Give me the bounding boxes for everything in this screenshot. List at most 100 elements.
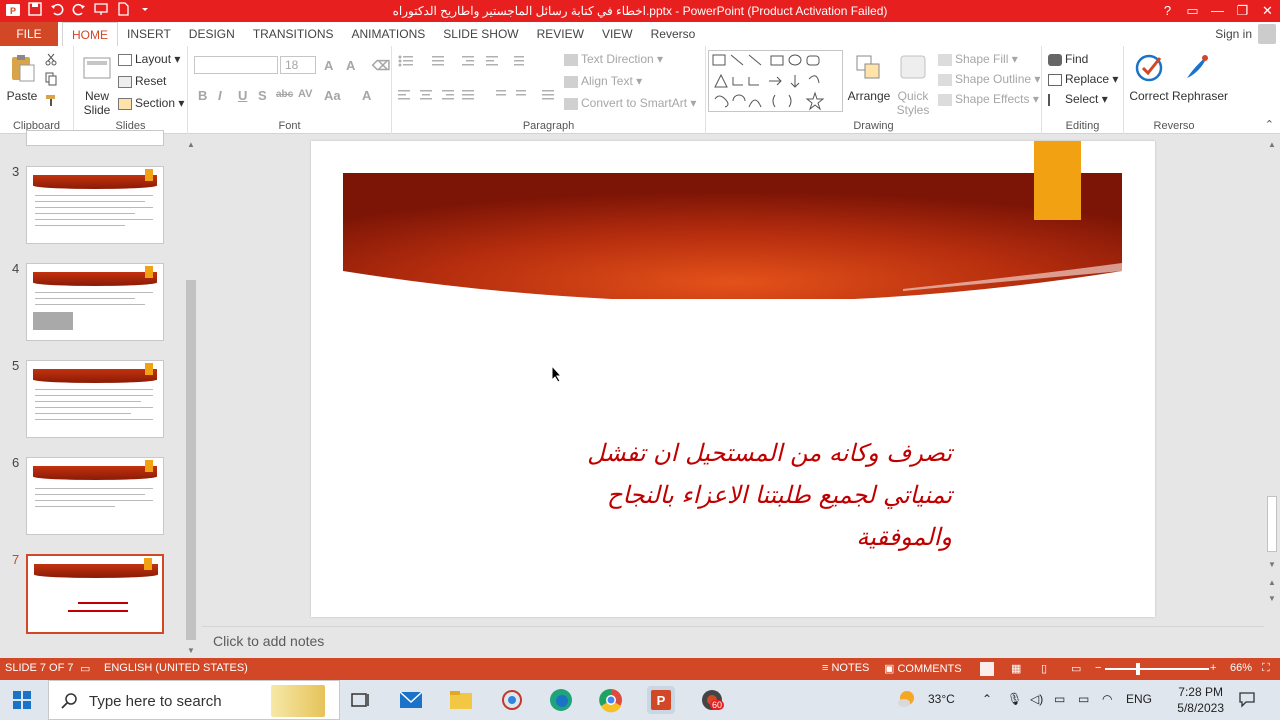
scroll-down-icon[interactable]: ▼ — [187, 646, 195, 655]
change-case-button[interactable]: Aa — [324, 88, 341, 103]
bold-button[interactable]: B — [198, 88, 207, 103]
zoom-slider[interactable] — [1105, 668, 1209, 670]
slide-thumbnail-6[interactable] — [26, 457, 164, 535]
editor-scroll-down-icon[interactable]: ▼ — [1268, 560, 1276, 569]
paint-app-icon[interactable] — [498, 686, 526, 714]
powerpoint-app-icon[interactable]: P — [647, 686, 675, 714]
zoom-level[interactable]: 66% — [1230, 662, 1252, 674]
weather-icon[interactable] — [896, 688, 918, 713]
font-size-input[interactable]: 18 — [280, 56, 316, 74]
shape-fill-button[interactable]: Shape Fill ▾ — [938, 52, 1018, 66]
alignment-buttons[interactable] — [396, 88, 556, 105]
tab-home[interactable]: HOME — [62, 22, 118, 46]
notifications-icon[interactable] — [1238, 690, 1256, 711]
minimize-button[interactable]: — — [1205, 0, 1230, 22]
tab-reverso[interactable]: Reverso — [642, 22, 705, 46]
italic-button[interactable]: I — [218, 88, 222, 103]
system-clock[interactable]: 7:28 PM 5/8/2023 — [1177, 684, 1224, 716]
grow-font-icon[interactable]: A — [324, 58, 333, 73]
chrome-browser-icon[interactable] — [597, 686, 625, 714]
tab-animations[interactable]: ANIMATIONS — [342, 22, 434, 46]
sign-in-link[interactable]: Sign in — [1215, 27, 1252, 41]
slide-text-box[interactable]: تصرف وكانه من المستحيل ان تفشل تمنياتي ل… — [560, 432, 952, 558]
shape-effects-button[interactable]: Shape Effects ▾ — [938, 92, 1039, 106]
normal-view-icon[interactable] — [980, 662, 994, 676]
shrink-font-icon[interactable]: A — [346, 58, 355, 73]
language-indicator[interactable]: ENGLISH (UNITED STATES) — [104, 662, 248, 674]
paste-button[interactable]: Paste — [4, 52, 40, 103]
fit-slide-icon[interactable]: ⛶ — [1262, 662, 1270, 675]
editor-scroll-thumb[interactable] — [1267, 496, 1277, 552]
notes-pane[interactable]: Click to add notes — [202, 626, 1264, 658]
text-direction-button[interactable]: Text Direction ▾ — [564, 52, 663, 66]
zoom-in-icon[interactable]: + — [1210, 662, 1216, 674]
tab-review[interactable]: REVIEW — [528, 22, 593, 46]
network-icon[interactable]: ▭ — [1054, 692, 1065, 706]
convert-smartart-button[interactable]: Convert to SmartArt ▾ — [564, 96, 696, 110]
quick-styles-button[interactable]: Quick Styles — [892, 52, 934, 117]
find-button[interactable]: Find — [1048, 52, 1088, 66]
tab-view[interactable]: VIEW — [593, 22, 642, 46]
slide-banner-shape[interactable] — [343, 173, 1122, 299]
shapes-gallery[interactable] — [708, 50, 843, 112]
rephraser-button[interactable]: Rephraser — [1172, 52, 1228, 103]
tab-file[interactable]: FILE — [0, 22, 58, 46]
font-color-button[interactable]: A — [362, 88, 371, 103]
slide-thumbnail-3[interactable] — [26, 166, 164, 244]
cut-button[interactable] — [44, 52, 58, 69]
volume-icon[interactable]: ◁) — [1030, 692, 1043, 706]
reading-view-icon[interactable]: ▯ — [1041, 662, 1047, 675]
weather-temperature[interactable]: 33°C — [928, 692, 955, 706]
previous-slide-icon[interactable]: ▲ — [1268, 578, 1276, 587]
thumbnails-scroll-thumb[interactable] — [186, 280, 196, 640]
arrange-button[interactable]: Arrange — [846, 52, 892, 103]
edge-browser-icon[interactable] — [547, 686, 575, 714]
shadow-button[interactable]: S — [258, 88, 267, 103]
new-slide-button[interactable]: New Slide — [78, 52, 116, 117]
font-name-input[interactable] — [194, 56, 278, 74]
tray-overflow-icon[interactable]: ⌃ — [982, 692, 992, 706]
taskbar-search-box[interactable]: Type here to search — [48, 680, 340, 720]
copy-button[interactable] — [44, 72, 60, 89]
strikethrough-button[interactable]: abc — [276, 89, 293, 100]
close-button[interactable]: ✕ — [1255, 0, 1280, 22]
underline-button[interactable]: U — [238, 88, 247, 103]
notes-toggle[interactable]: ≡ NOTES — [822, 662, 869, 674]
editor-scroll-up-icon[interactable]: ▲ — [1268, 140, 1276, 149]
tab-transitions[interactable]: TRANSITIONS — [244, 22, 343, 46]
spellcheck-icon[interactable]: ▭ — [80, 662, 90, 675]
slide-thumbnail-5[interactable] — [26, 360, 164, 438]
slideshow-view-icon[interactable]: ▭ — [1071, 662, 1081, 675]
bullets-button[interactable] — [396, 54, 546, 71]
restore-button[interactable]: ❐ — [1230, 0, 1255, 22]
input-language[interactable]: ENG — [1126, 692, 1152, 706]
shape-outline-button[interactable]: Shape Outline ▾ — [938, 72, 1040, 86]
windows-start-icon[interactable] — [12, 690, 32, 710]
zoom-out-icon[interactable]: − — [1095, 662, 1101, 674]
scroll-up-icon[interactable]: ▲ — [187, 140, 195, 149]
file-explorer-icon[interactable] — [447, 686, 475, 714]
zoom-slider-knob[interactable] — [1136, 663, 1140, 675]
comments-toggle[interactable]: ▣ COMMENTS — [884, 662, 962, 675]
correct-button[interactable]: Correct — [1126, 52, 1172, 103]
tab-slide-show[interactable]: SLIDE SHOW — [434, 22, 527, 46]
screen-recorder-icon[interactable]: 60 — [698, 686, 726, 714]
microphone-icon[interactable]: 🎙︎ — [1007, 692, 1022, 706]
reset-button[interactable]: Reset — [118, 74, 166, 88]
wifi-icon[interactable]: ◠ — [1102, 692, 1112, 706]
account-icon[interactable] — [1258, 24, 1276, 44]
slide-thumbnail-4[interactable] — [26, 263, 164, 341]
select-button[interactable]: Select ▾ — [1048, 92, 1108, 106]
thumbnail-partial[interactable] — [26, 130, 164, 146]
collapse-ribbon-icon[interactable]: ⌃ — [1265, 118, 1274, 131]
format-painter-button[interactable] — [44, 94, 58, 111]
help-button[interactable]: ? — [1155, 0, 1180, 22]
task-view-icon[interactable] — [346, 686, 374, 714]
slide-thumbnail-7[interactable] — [26, 554, 164, 634]
battery-icon[interactable]: ▭ — [1078, 692, 1089, 706]
layout-button[interactable]: Layout ▾ — [118, 52, 180, 66]
tab-design[interactable]: DESIGN — [180, 22, 244, 46]
slide-sorter-icon[interactable]: ▦ — [1011, 662, 1021, 675]
section-button[interactable]: Section ▾ — [118, 96, 184, 110]
ribbon-display-button[interactable]: ▭ — [1180, 0, 1205, 22]
